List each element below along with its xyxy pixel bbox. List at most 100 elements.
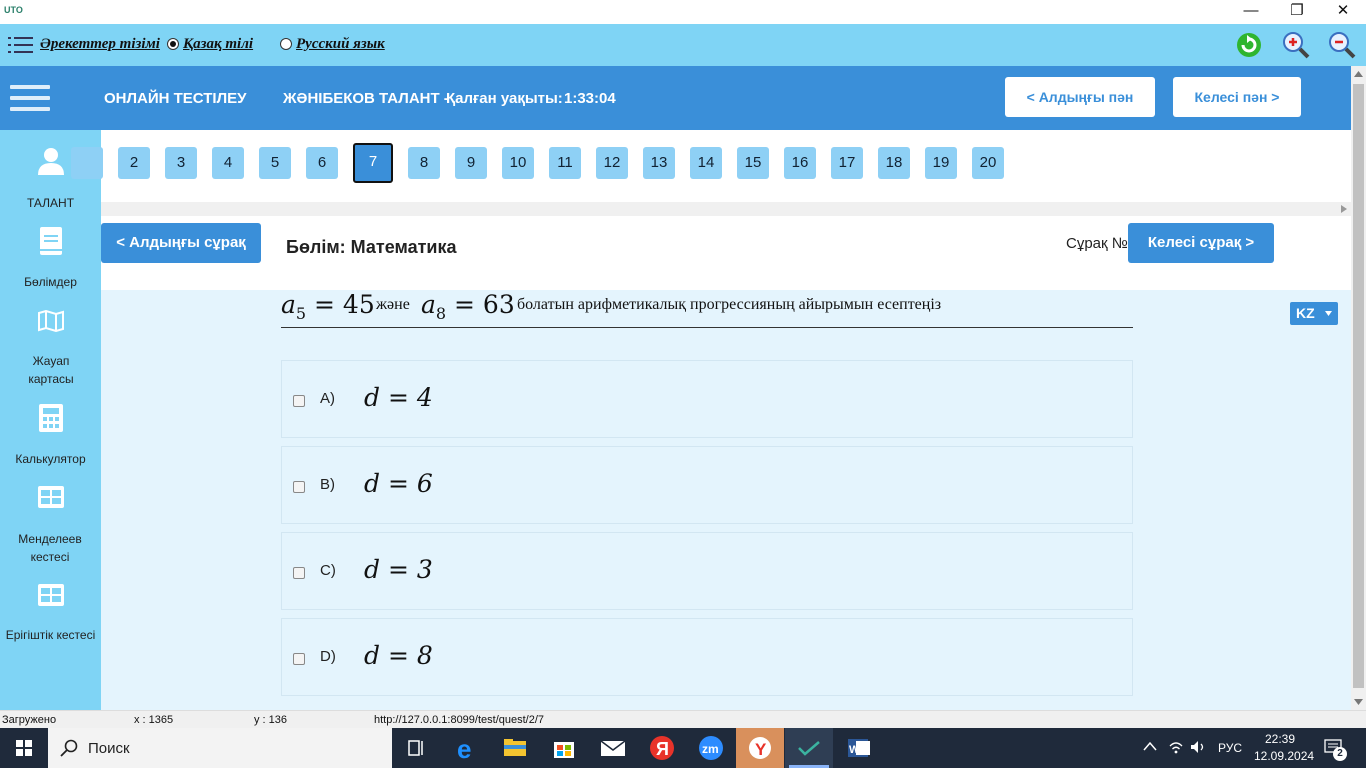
book-icon xyxy=(39,227,62,255)
scroll-up-icon[interactable] xyxy=(1354,71,1363,77)
zoom-icon[interactable]: zm xyxy=(687,728,735,768)
answer-checkbox[interactable] xyxy=(293,653,305,665)
question-number-button[interactable]: 2 xyxy=(118,147,150,179)
question-number-button[interactable]: 17 xyxy=(831,147,863,179)
question-number-button[interactable]: 15 xyxy=(737,147,769,179)
sidebar-item-solubility[interactable]: Ерігіштік кестесі xyxy=(0,584,101,644)
question-number-button[interactable]: 13 xyxy=(643,147,675,179)
scrollbar-thumb[interactable] xyxy=(1353,84,1364,688)
refresh-icon[interactable] xyxy=(1234,30,1264,60)
vertical-scrollbar[interactable] xyxy=(1351,66,1366,710)
network-icon[interactable] xyxy=(1168,740,1184,754)
question-number-button[interactable]: 18 xyxy=(878,147,910,179)
horizontal-scrollbar[interactable] xyxy=(101,202,1351,216)
sidebar-item-mendeleev[interactable]: Менделеев кестесі xyxy=(0,486,101,566)
next-subject-button[interactable]: Келесі пән > xyxy=(1173,77,1301,117)
answer-option[interactable]: C) d = 3 xyxy=(281,532,1133,610)
next-question-button[interactable]: Келесі сұрақ > xyxy=(1128,223,1274,263)
cursor-x: x : 1365 xyxy=(134,714,174,726)
store-icon[interactable] xyxy=(540,728,588,768)
kazakh-radio[interactable] xyxy=(167,38,179,50)
term-a5: a5 = 45 xyxy=(281,290,375,323)
russian-language-link[interactable]: Русский язык xyxy=(296,36,385,53)
question-number-button[interactable]: 3 xyxy=(165,147,197,179)
prev-subject-button[interactable]: < Алдыңғы пән xyxy=(1005,77,1155,117)
question-number-button[interactable]: 14 xyxy=(690,147,722,179)
answer-option[interactable]: B) d = 6 xyxy=(281,446,1133,524)
question-number-button[interactable]: 19 xyxy=(925,147,957,179)
app-logo: UTO xyxy=(4,5,23,15)
question-number-button[interactable]: 8 xyxy=(408,147,440,179)
list-icon[interactable] xyxy=(8,37,33,54)
clock-date[interactable]: 12.09.2024 xyxy=(1254,749,1314,763)
question-area: a5 = 45 және a8 = 63 болатын арифметикал… xyxy=(101,290,1351,710)
question-number-button[interactable]: 16 xyxy=(784,147,816,179)
question-number-button[interactable]: 9 xyxy=(455,147,487,179)
word-icon[interactable]: W xyxy=(834,728,882,768)
map-icon xyxy=(37,310,64,332)
app-window: UTO — ❐ ✕ Әрекеттер тізімі Қазақ тілі Ру… xyxy=(0,0,1366,768)
taskbar-search[interactable]: Поиск xyxy=(48,728,392,768)
language-select-value: KZ xyxy=(1296,305,1315,321)
russian-radio[interactable] xyxy=(280,38,292,50)
edge-icon[interactable]: e xyxy=(443,728,491,768)
svg-text:Y: Y xyxy=(755,740,767,759)
actions-list-link[interactable]: Әрекеттер тізімі xyxy=(40,36,160,53)
scroll-right-icon[interactable] xyxy=(1341,205,1347,213)
scroll-down-icon[interactable] xyxy=(1354,699,1363,705)
question-navigator: 2 3 4 5 6 7 8 9 10 11 12 13 14 15 16 17 … xyxy=(71,130,1351,202)
language-select[interactable]: KZ xyxy=(1290,302,1338,325)
zoom-in-icon[interactable] xyxy=(1281,30,1311,60)
time-remaining: 1:33:04 xyxy=(564,90,616,107)
sidebar-item-sections[interactable]: Бөлімдер xyxy=(0,227,101,291)
yandex-browser-icon[interactable]: Y xyxy=(736,728,784,768)
kazakh-language-link[interactable]: Қазақ тілі xyxy=(183,36,253,53)
prev-question-button[interactable]: < Алдыңғы сұрақ xyxy=(101,223,261,263)
chevron-down-icon xyxy=(1325,311,1332,316)
status-url: http://127.0.0.1:8099/test/quest/2/7 xyxy=(374,714,545,726)
menu-bar: Әрекеттер тізімі Қазақ тілі Русский язык xyxy=(0,24,1366,66)
question-number-button[interactable]: 4 xyxy=(212,147,244,179)
sidebar-item-calculator[interactable]: Калькулятор xyxy=(0,404,101,468)
restore-button[interactable]: ❐ xyxy=(1274,0,1320,24)
header: ОНЛАЙН ТЕСТІЛЕУ ЖӘНІБЕКОВ ТАЛАНТ - Қалға… xyxy=(0,66,1351,130)
term-a8: a8 = 63 xyxy=(421,290,515,323)
sidebar-item-answer-map[interactable]: Жауап картасы xyxy=(0,310,101,388)
task-view-icon[interactable] xyxy=(392,728,440,768)
yandex-icon[interactable]: Я xyxy=(638,728,686,768)
answer-option[interactable]: A) d = 4 xyxy=(281,360,1133,438)
sidebar-item-label: Калькулятор xyxy=(15,452,86,466)
answer-checkbox[interactable] xyxy=(293,567,305,579)
search-icon xyxy=(60,739,78,757)
volume-icon[interactable] xyxy=(1190,740,1206,754)
question-number-button[interactable]: 6 xyxy=(306,147,338,179)
zoom-out-icon[interactable] xyxy=(1327,30,1357,60)
test-app-icon[interactable] xyxy=(785,728,833,768)
input-language[interactable]: РУС xyxy=(1218,741,1242,755)
answer-checkbox[interactable] xyxy=(293,481,305,493)
answer-option[interactable]: D) d = 8 xyxy=(281,618,1133,696)
question-body: болатын арифметикалық прогрессияның айыр… xyxy=(517,296,942,313)
question-number-button[interactable]: 20 xyxy=(972,147,1004,179)
menu-icon[interactable] xyxy=(10,85,50,111)
question-number-button[interactable]: 5 xyxy=(259,147,291,179)
chevron-up-icon[interactable] xyxy=(1143,741,1157,751)
question-number-button-active[interactable]: 7 xyxy=(353,143,393,183)
time-label: Қалған уақыты: xyxy=(446,90,563,107)
windows-start-icon[interactable] xyxy=(16,740,32,756)
answer-checkbox[interactable] xyxy=(293,395,305,407)
minimize-button[interactable]: — xyxy=(1228,0,1274,24)
question-number-button[interactable]: 10 xyxy=(502,147,534,179)
section-bar: < Алдыңғы сұрақ Бөлім: Математика Сұрақ … xyxy=(101,216,1351,290)
answer-letter: B) xyxy=(320,476,335,493)
clock-time[interactable]: 22:39 xyxy=(1265,732,1295,746)
status-text: Загружено xyxy=(2,714,57,726)
question-number-button[interactable]: 11 xyxy=(549,147,581,179)
file-explorer-icon[interactable] xyxy=(491,728,539,768)
question-text: a5 = 45 және a8 = 63 болатын арифметикал… xyxy=(281,290,1133,328)
mail-icon[interactable] xyxy=(589,728,637,768)
question-number-button[interactable] xyxy=(71,147,103,179)
question-number-button[interactable]: 12 xyxy=(596,147,628,179)
close-button[interactable]: ✕ xyxy=(1320,0,1366,24)
cursor-y: y : 136 xyxy=(254,714,288,726)
